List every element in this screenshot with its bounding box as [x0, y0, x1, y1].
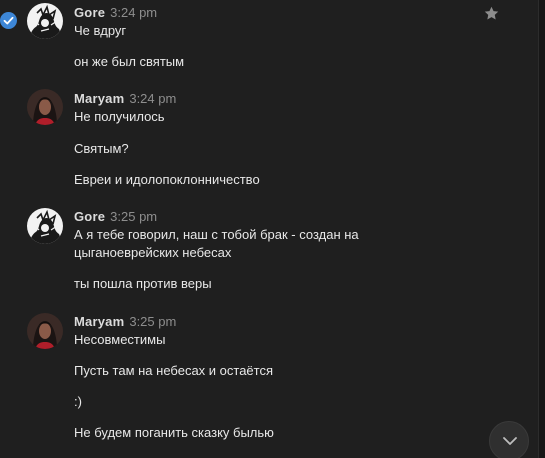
message-timestamp: 3:24 pm [129, 91, 177, 106]
message-text: Че вдруг [74, 23, 127, 38]
message-header: Gore 3:24 pm [74, 5, 157, 21]
message-text: Не будем поганить сказку былью [74, 425, 274, 440]
message-text: ты пошла против веры [74, 276, 212, 291]
message-text: он же был святым [74, 54, 185, 69]
message-timestamp: 3:25 pm [129, 314, 177, 329]
message-header: Gore 3:25 pm [74, 209, 157, 225]
star-icon[interactable] [483, 5, 500, 22]
gore-avatar[interactable] [27, 3, 63, 39]
message-text: А я тебе говорил, наш с тобой брак - соз… [74, 227, 359, 242]
sender-name[interactable]: Gore [74, 209, 105, 224]
message-timestamp: 3:25 pm [110, 209, 158, 224]
message-text: Не получилось [74, 109, 165, 124]
check-circle-icon[interactable] [0, 12, 17, 29]
message-timestamp: 3:24 pm [110, 5, 158, 20]
chevron-down-icon [503, 437, 517, 445]
message-text: Пусть там на небесах и остаётся [74, 363, 273, 378]
sender-name[interactable]: Maryam [74, 314, 124, 329]
message-text: Евреи и идолопоклонничество [74, 172, 260, 187]
message-text: Несовместимы [74, 332, 166, 347]
gore-avatar[interactable] [27, 208, 63, 244]
chat-message-list[interactable]: Gore 3:24 pm Че вдруг он же был святым Ma… [0, 0, 538, 458]
message-header: Maryam 3:25 pm [74, 314, 176, 330]
sender-name[interactable]: Maryam [74, 91, 124, 106]
sender-name[interactable]: Gore [74, 5, 105, 20]
message-text: :) [74, 394, 82, 409]
message-text: цыганоеврейских небесах [74, 245, 232, 260]
scrollbar-track[interactable] [538, 0, 545, 458]
maryam-avatar[interactable] [27, 89, 63, 125]
message-header: Maryam 3:24 pm [74, 91, 176, 107]
maryam-avatar[interactable] [27, 313, 63, 349]
scroll-to-bottom-button[interactable] [489, 421, 529, 458]
message-text: Святым? [74, 141, 129, 156]
